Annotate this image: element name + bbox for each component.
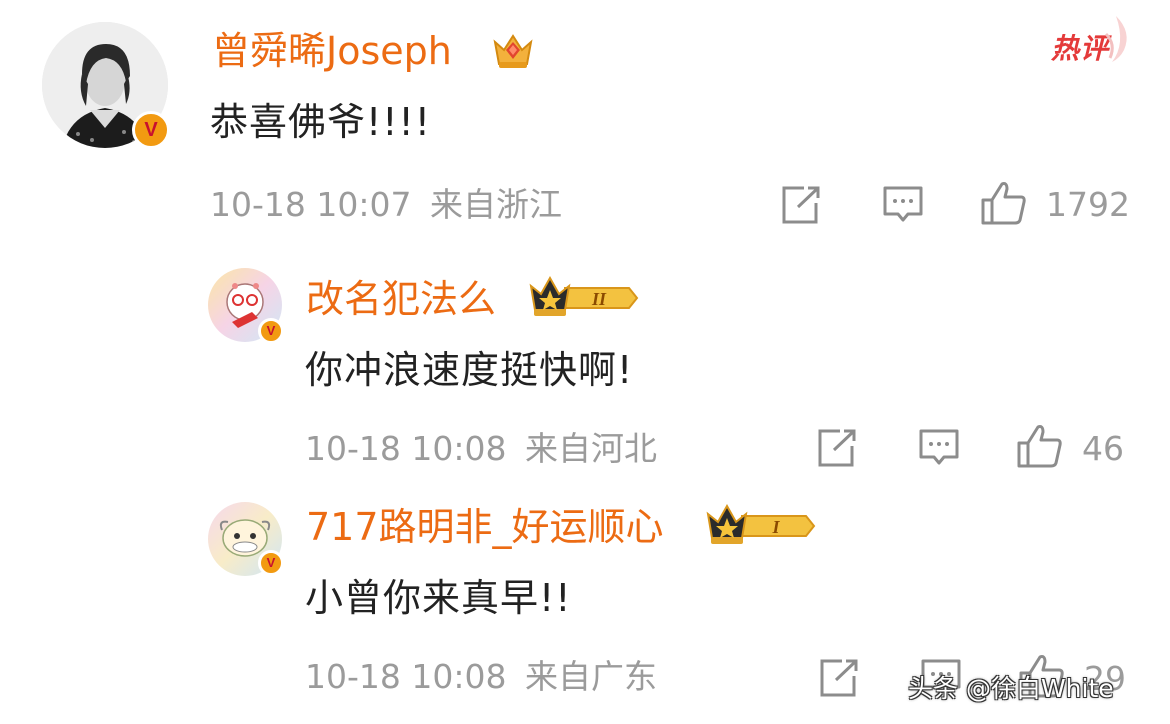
like-count: 46 [1082, 429, 1124, 468]
crown-star-icon: II [529, 275, 639, 316]
comment-icon[interactable] [918, 428, 960, 468]
comment-text: 你冲浪速度挺快啊! [305, 348, 634, 392]
comment-text: 恭喜佛爷!!!! [210, 100, 431, 144]
verified-v-icon: V [132, 111, 170, 149]
comment-icon[interactable] [882, 185, 924, 225]
comment-meta: 10-18 10:07 来自浙江 [210, 184, 562, 226]
comment-location: 来自广东 [524, 657, 657, 696]
repost-icon[interactable] [780, 185, 822, 225]
comment-username[interactable]: 改名犯法么 [306, 276, 496, 322]
comment-time: 10-18 10:08 [305, 429, 507, 468]
repost-icon[interactable] [818, 658, 860, 698]
repost-icon[interactable] [816, 428, 858, 468]
watermark: 头条 @徐白White [908, 674, 1114, 703]
comment-time: 10-18 10:07 [210, 185, 412, 224]
comment-location: 来自浙江 [429, 185, 562, 224]
flame-decoration-icon [1104, 16, 1127, 62]
comment-username[interactable]: 曾舜晞Joseph [212, 28, 452, 74]
verified-v-icon: V [258, 550, 284, 576]
member-level: II [591, 289, 607, 309]
comment-meta: 10-18 10:08 来自广东 [305, 656, 657, 698]
comment-username[interactable]: 717路明非_好运顺心 [306, 504, 664, 550]
comment-time: 10-18 10:08 [305, 657, 507, 696]
crown-star-icon: I [706, 503, 816, 544]
verified-v-icon: V [258, 318, 284, 344]
comment-location: 来自河北 [524, 429, 657, 468]
member-level: I [771, 517, 780, 537]
crown-diamond-icon [493, 34, 533, 68]
comment-text: 小曾你来真早!! [305, 576, 572, 620]
comment-meta: 10-18 10:08 来自河北 [305, 428, 657, 470]
like-icon[interactable] [1016, 423, 1064, 469]
like-count: 1792 [1046, 185, 1130, 224]
like-icon[interactable] [980, 180, 1028, 226]
